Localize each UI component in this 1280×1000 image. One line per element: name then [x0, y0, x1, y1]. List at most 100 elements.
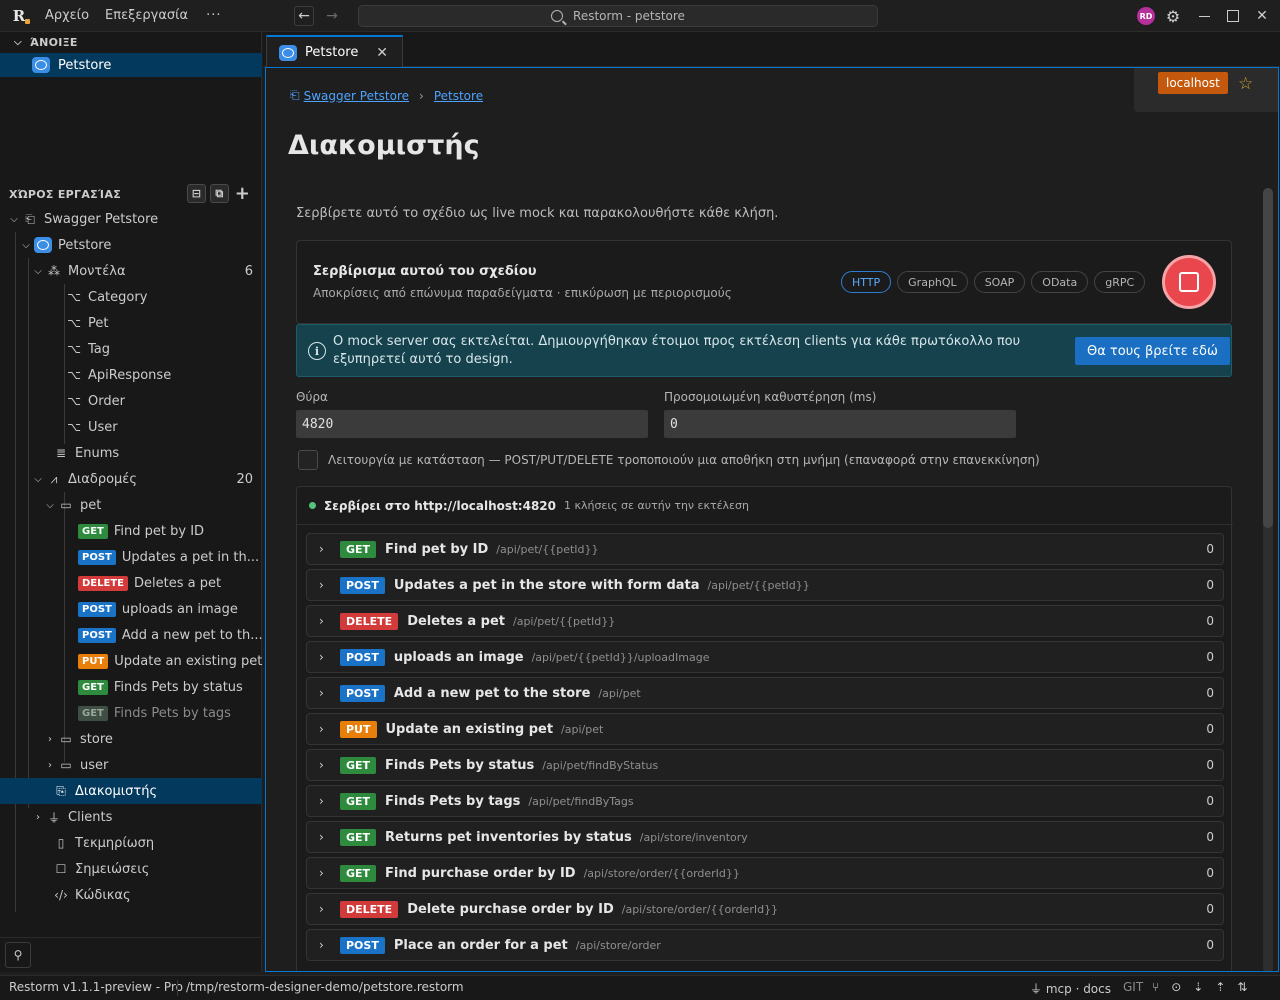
tree-item-model[interactable]: ⌥ ApiResponse	[0, 362, 262, 388]
add-icon[interactable]: +	[233, 183, 252, 204]
tree-item-routes[interactable]: ⌵ ⩘ Διαδρομές 20	[0, 466, 262, 492]
tree-item-route[interactable]: PUT Update an existing pet	[0, 648, 262, 674]
latency-input[interactable]: 0	[664, 410, 1016, 438]
tree-item-folder-user[interactable]: › ▭ user	[0, 752, 262, 778]
stop-server-button[interactable]	[1162, 255, 1216, 309]
endpoint-summary: Update an existing pet	[385, 721, 554, 737]
collapse-all-icon[interactable]: ⊟	[187, 184, 206, 203]
chevron-down-icon: ⌵	[10, 213, 18, 225]
user-avatar[interactable]: RD	[1137, 7, 1155, 25]
endpoint-row[interactable]: › GET Returns pet inventories by status …	[306, 821, 1224, 853]
forward-arrow-icon[interactable]: →	[322, 6, 342, 26]
endpoint-row[interactable]: › GET Find pet by ID /api/pet/{{petId}} …	[306, 533, 1224, 565]
endpoint-path: /api/pet/findByTags	[528, 794, 634, 808]
tree-item-route[interactable]: POST Updates a pet in th...	[0, 544, 262, 570]
chevron-right-icon: ›	[319, 902, 324, 916]
endpoint-row[interactable]: › POST Place an order for a pet /api/sto…	[306, 929, 1224, 961]
tree-item-models[interactable]: ⌵ ⁂ Μοντέλα 6	[0, 258, 262, 284]
git-pull-icon[interactable]: ⇣	[1193, 980, 1203, 994]
open-editor-label: Petstore	[58, 57, 112, 73]
find-clients-button[interactable]: Θα τους βρείτε εδώ	[1075, 337, 1230, 365]
open-editor-petstore[interactable]: Petstore	[0, 53, 262, 77]
protocol-soap[interactable]: SOAP	[973, 271, 1026, 293]
tree-item-route[interactable]: POST uploads an image	[0, 596, 262, 622]
tree-item-model[interactable]: ⌥ Order	[0, 388, 262, 414]
endpoint-path: /api/store/order/{{orderId}}	[583, 866, 740, 880]
command-center-search[interactable]: Restorm - petstore	[358, 5, 878, 27]
protocol-odata[interactable]: OData	[1031, 271, 1089, 293]
new-window-icon[interactable]: ⧉	[210, 184, 229, 203]
endpoint-path: /api/pet/{{petId}}/uploadImage	[531, 650, 710, 664]
tree-item-folder-pet[interactable]: ⌵ ▭ pet	[0, 492, 262, 518]
breadcrumb-api[interactable]: Petstore	[434, 89, 483, 103]
method-badge: GET	[340, 756, 377, 774]
close-icon[interactable]: ✕	[376, 45, 388, 61]
tree-item-server[interactable]: ⎘ Διακομιστής	[0, 778, 262, 804]
environment-badge[interactable]: localhost	[1158, 72, 1228, 94]
tree-item-code[interactable]: ‹/› Κώδικας	[0, 882, 262, 908]
star-icon[interactable]: ☆	[1238, 74, 1253, 94]
gear-icon[interactable]: ⚙	[1163, 6, 1183, 26]
endpoint-row[interactable]: › GET Finds Pets by tags /api/pet/findBy…	[306, 785, 1224, 817]
tree-item-route[interactable]: GET Finds Pets by status	[0, 674, 262, 700]
tree-item-folder-store[interactable]: › ▭ store	[0, 726, 262, 752]
tree-item-route[interactable]: GET Find pet by ID	[0, 518, 262, 544]
endpoint-row[interactable]: › GET Find purchase order by ID /api/sto…	[306, 857, 1224, 889]
tree-item-model[interactable]: ⌥ User	[0, 414, 262, 440]
routes-count: 20	[236, 471, 253, 487]
tree-item-notes[interactable]: ☐ Σημειώσεις	[0, 856, 262, 882]
endpoint-row[interactable]: › POST Updates a pet in the store with f…	[306, 569, 1224, 601]
port-input[interactable]: 4820	[296, 410, 648, 438]
open-editors-header[interactable]: ⌵ ΆΝΟΙΞΕ	[0, 32, 262, 52]
tree-item-petstore[interactable]: ⌵ Petstore	[0, 232, 262, 258]
breadcrumb-workspace[interactable]: Swagger Petstore	[304, 89, 409, 103]
pin-icon[interactable]: ⚲	[5, 942, 31, 968]
endpoint-hits: 0	[1206, 578, 1214, 592]
tab-petstore[interactable]: Petstore ✕	[266, 35, 403, 68]
version-label[interactable]: Restorm v1.1.1-preview - Pro	[9, 980, 183, 994]
protocol-http[interactable]: HTTP	[841, 271, 892, 293]
method-badge: GET	[78, 523, 108, 539]
protocol-grpc[interactable]: gRPC	[1094, 271, 1146, 293]
scrollbar[interactable]	[1263, 188, 1273, 971]
status-dot-icon	[309, 502, 316, 509]
serve-card: Σερβίρισμα αυτού του σχεδίου Αποκρίσεις …	[296, 240, 1232, 324]
menu-file[interactable]: Αρχείο	[45, 8, 89, 23]
tree-item-route[interactable]: GET Finds Pets by tags	[0, 700, 262, 726]
maximize-window-button[interactable]	[1223, 6, 1243, 26]
endpoint-row[interactable]: › POST uploads an image /api/pet/{{petId…	[306, 641, 1224, 673]
endpoint-path: /api/store/inventory	[639, 830, 748, 844]
endpoint-row[interactable]: › DELETE Deletes a pet /api/pet/{{petId}…	[306, 605, 1224, 637]
tree-item-model[interactable]: ⌥ Category	[0, 284, 262, 310]
endpoint-row[interactable]: › DELETE Delete purchase order by ID /ap…	[306, 893, 1224, 925]
tree-item-model[interactable]: ⌥ Tag	[0, 336, 262, 362]
tree-item-route[interactable]: DELETE Deletes a pet	[0, 570, 262, 596]
endpoint-summary: Place an order for a pet	[393, 937, 568, 953]
back-arrow-icon[interactable]: ←	[294, 6, 314, 26]
endpoint-row[interactable]: › GET Finds Pets by status /api/pet/find…	[306, 749, 1224, 781]
tree-item-enums[interactable]: ≣ Enums	[0, 440, 262, 466]
tree-item-clients[interactable]: › ⏚ Clients	[0, 804, 262, 830]
git-branch-icon[interactable]: ⑂	[1152, 980, 1159, 994]
menu-edit[interactable]: Επεξεργασία	[105, 8, 188, 23]
endpoint-row[interactable]: › POST Add a new pet to the store /api/p…	[306, 677, 1224, 709]
stateful-checkbox[interactable]	[298, 450, 318, 470]
mcp-docs-status[interactable]: ⏚ mcp · docs	[1030, 980, 1111, 997]
tree-item-workspace-root[interactable]: ⌵ ⎗ Swagger Petstore	[0, 206, 262, 232]
endpoint-hits: 0	[1206, 938, 1214, 952]
scrollbar-thumb[interactable]	[1263, 188, 1273, 528]
folder-icon: ▭	[60, 732, 72, 746]
minimize-window-button[interactable]	[1194, 6, 1214, 26]
tree-item-route[interactable]: POST Add a new pet to th...	[0, 622, 262, 648]
tree-item-model[interactable]: ⌥ Pet	[0, 310, 262, 336]
model-schema-icon: ⌥	[67, 394, 81, 408]
close-window-button[interactable]: ✕	[1252, 6, 1272, 26]
git-commit-icon[interactable]: ⊙	[1171, 980, 1181, 994]
protocol-graphql[interactable]: GraphQL	[897, 271, 968, 293]
git-sync-icon[interactable]: ⇅	[1237, 980, 1247, 994]
endpoint-row[interactable]: › PUT Update an existing pet /api/pet 0	[306, 713, 1224, 745]
tree-item-docs[interactable]: ▯ Τεκμηρίωση	[0, 830, 262, 856]
stateful-label: Λειτουργία με κατάσταση — POST/PUT/DELET…	[328, 453, 1040, 467]
git-push-icon[interactable]: ⇡	[1215, 980, 1225, 994]
menu-more-button[interactable]: ···	[206, 8, 221, 23]
